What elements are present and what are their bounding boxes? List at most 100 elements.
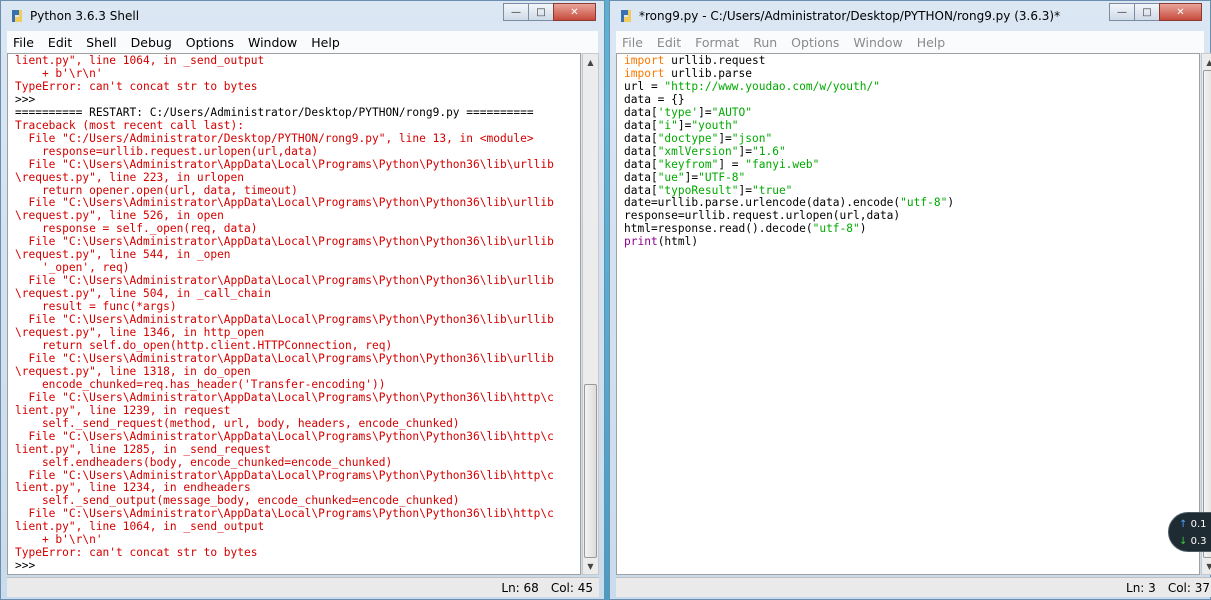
column-number: Col: 37	[1167, 580, 1210, 595]
menu-window[interactable]: Window	[242, 35, 305, 50]
shell-line: lient.py", line 1239, in request	[15, 403, 231, 417]
code-token: data[	[624, 144, 658, 158]
shell-line: lient.py", line 1064, in _send_output	[15, 54, 265, 67]
shell-line: lient.py", line 1285, in _send_request	[15, 442, 271, 456]
code-token: ]=	[684, 170, 699, 184]
maximize-icon[interactable]: □	[528, 3, 554, 21]
menu-file[interactable]: File	[7, 35, 42, 50]
scroll-thumb[interactable]	[1203, 70, 1211, 558]
shell-line: response=urllib.request.urlopen(url,data…	[15, 144, 319, 158]
close-icon[interactable]: ✕	[553, 3, 596, 21]
code-token: ]=	[738, 183, 752, 197]
line-number: Ln: 68	[501, 580, 539, 595]
window-controls: — □ ✕	[1109, 3, 1202, 21]
code-token: )	[859, 222, 867, 236]
window-title: *rong9.py - C:/Users/Administrator/Deskt…	[639, 9, 1061, 23]
code-token: urllib.parse	[664, 66, 752, 80]
code-token: "typoResult"	[657, 183, 739, 197]
code-token: urllib.request	[664, 54, 766, 67]
code-token: "youth"	[691, 118, 739, 132]
scroll-down-icon[interactable]: ▼	[583, 558, 598, 574]
download-speed: 0.3	[1190, 536, 1207, 547]
window-controls: — □ ✕	[503, 3, 596, 21]
scroll-down-icon[interactable]: ▼	[1202, 558, 1211, 574]
download-arrow-icon: ↓	[1179, 536, 1188, 547]
shell-line: self.endheaders(body, encode_chunked=enc…	[15, 455, 393, 469]
shell-line: \request.py", line 223, in urlopen	[15, 170, 245, 184]
code-token: "http://www.youdao.com/w/youth/"	[664, 79, 880, 93]
shell-line: return self.do_open(http.client.HTTPConn…	[15, 338, 393, 352]
code-token: "xmlVersion"	[657, 144, 739, 158]
shell-text[interactable]: lient.py", line 1064, in _send_output + …	[8, 54, 580, 573]
menu-window[interactable]: Window	[847, 35, 910, 50]
column-number: Col: 45	[550, 580, 593, 595]
editor-scrollbar[interactable]: ▲ ▼	[1201, 53, 1211, 575]
shell-line: File "C:/Users/Administrator/Desktop/PYT…	[15, 131, 534, 145]
close-icon[interactable]: ✕	[1159, 3, 1202, 21]
code-token: data = {}	[624, 92, 685, 106]
code-line: url = "http://www.youdao.com/w/youth/"	[624, 79, 1199, 94]
shell-scrollbar[interactable]: ▲ ▼	[582, 53, 599, 575]
editor-statusbar: Ln: 3 Col: 37	[616, 577, 1211, 597]
menu-format[interactable]: Format	[689, 35, 747, 50]
minimize-icon[interactable]: —	[1109, 3, 1135, 21]
shell-line: TypeError: can't concat str to bytes	[15, 79, 258, 93]
code-token: "AUTO"	[711, 105, 753, 119]
editor-window[interactable]: *rong9.py - C:/Users/Administrator/Deskt…	[609, 0, 1211, 600]
code-token: print	[624, 235, 658, 249]
code-token: "json"	[731, 131, 773, 145]
code-token: "1.6"	[752, 144, 786, 158]
minimize-icon[interactable]: —	[503, 3, 529, 21]
editor-text[interactable]: import urllib.request import urllib.parse…	[617, 54, 1199, 249]
shell-line: >>>	[15, 559, 42, 573]
maximize-icon[interactable]: □	[1134, 3, 1160, 21]
code-token: ] =	[718, 157, 746, 171]
scroll-up-icon[interactable]: ▲	[583, 54, 598, 70]
code-line: print(html)	[624, 235, 1199, 249]
shell-window[interactable]: Python 3.6.3 Shell — □ ✕ File Edit Shell…	[0, 0, 605, 600]
menu-run[interactable]: Run	[747, 35, 785, 50]
code-token: html=response.read().decode(	[624, 222, 813, 236]
code-token: data[	[624, 157, 658, 171]
code-token: "ue"	[657, 170, 685, 184]
shell-output[interactable]: lient.py", line 1064, in _send_output + …	[7, 53, 581, 575]
menu-options[interactable]: Options	[180, 35, 242, 50]
scroll-up-icon[interactable]: ▲	[1202, 54, 1211, 70]
editor-textarea[interactable]: import urllib.request import urllib.parse…	[616, 53, 1200, 575]
menu-edit[interactable]: Edit	[651, 35, 689, 50]
code-token: "true"	[752, 183, 793, 197]
code-token: ]=	[698, 105, 712, 119]
editor-menubar: File Edit Format Run Options Window Help	[616, 31, 1204, 53]
code-token: data[	[624, 105, 658, 119]
menu-options[interactable]: Options	[785, 35, 847, 50]
code-token: "keyfrom"	[657, 157, 719, 171]
menu-file[interactable]: File	[616, 35, 651, 50]
code-token: ]=	[718, 131, 732, 145]
shell-line: File "C:\Users\Administrator\AppData\Loc…	[15, 429, 554, 443]
code-line: html=response.read().decode("utf-8")	[624, 222, 1199, 236]
scroll-thumb[interactable]	[584, 384, 597, 558]
menu-debug[interactable]: Debug	[125, 35, 180, 50]
menu-help[interactable]: Help	[911, 35, 954, 50]
code-token: data[	[624, 118, 658, 132]
code-token: "utf-8"	[900, 196, 948, 210]
python-idle-icon	[9, 8, 25, 24]
upload-arrow-icon: ↑	[1179, 519, 1188, 530]
shell-line: File "C:\Users\Administrator\AppData\Loc…	[15, 351, 554, 365]
code-token: "i"	[657, 118, 678, 132]
menu-shell[interactable]: Shell	[80, 35, 125, 50]
menu-help[interactable]: Help	[305, 35, 348, 50]
upload-speed: 0.1	[1190, 519, 1207, 530]
code-token: data[	[624, 183, 658, 197]
shell-line: ========== RESTART: C:/Users/Administrat…	[15, 105, 534, 119]
network-speed-widget[interactable]: ↑ 0.1 ↓ 0.3	[1168, 512, 1211, 552]
code-token: "UTF-8"	[698, 170, 746, 184]
menu-edit[interactable]: Edit	[42, 35, 80, 50]
shell-line: encode_chunked=req.has_header('Transfer-…	[15, 377, 386, 391]
code-token: url =	[624, 79, 665, 93]
code-token: data[	[624, 170, 658, 184]
code-token: "fanyi.web"	[745, 157, 820, 171]
shell-line: self._send_request(method, url, body, he…	[15, 416, 460, 430]
window-title: Python 3.6.3 Shell	[30, 9, 140, 23]
code-token: import	[624, 54, 665, 67]
